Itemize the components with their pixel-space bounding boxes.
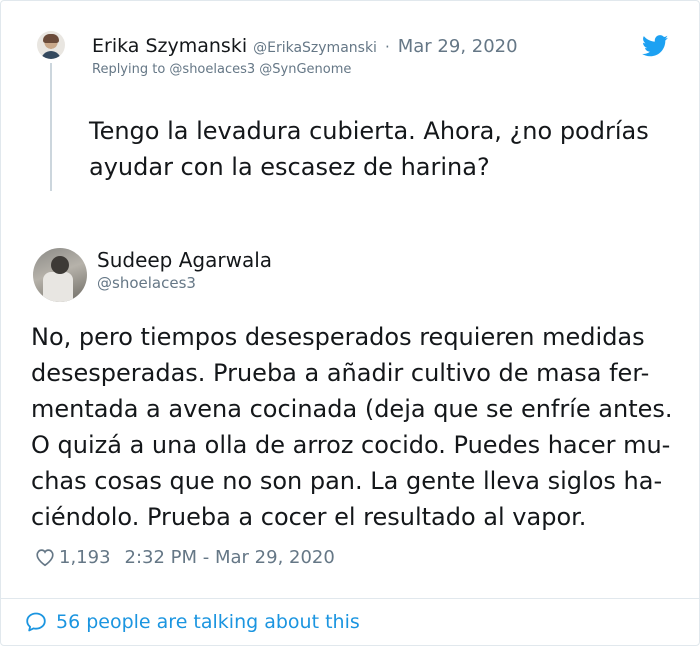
- thread-line: [50, 63, 52, 191]
- parent-author-name[interactable]: Erika Szymanski: [92, 35, 247, 57]
- header-separator: ·: [384, 38, 390, 56]
- conversation-link-text[interactable]: 56 people are talking about this: [56, 611, 360, 633]
- main-tweet-text-line: ciéndolo. Prueba a cocer el resultado al…: [31, 503, 587, 531]
- main-tweet-text-line: O quizá a una olla de arroz cocido. Pued…: [31, 431, 671, 459]
- parent-author-avatar[interactable]: [37, 31, 65, 59]
- parent-author-handle[interactable]: @ErikaSzymanski: [253, 40, 377, 56]
- main-tweet-text-line: mentada a avena cocinada (deja que se en…: [31, 395, 673, 423]
- tweet-meta-row: 1,193 2:32 PM - Mar 29, 2020: [34, 546, 335, 568]
- tweet-timestamp[interactable]: 2:32 PM - Mar 29, 2020: [125, 547, 335, 568]
- parent-tweet-date[interactable]: Mar 29, 2020: [398, 36, 518, 57]
- replying-to-line: Replying to @shoelaces3 @SynGenome: [92, 62, 352, 77]
- main-author-name[interactable]: Sudeep Agarwala: [97, 248, 272, 272]
- heart-icon[interactable]: [34, 546, 56, 568]
- parent-tweet-text: Tengo la levadura cubierta. Ahora, ¿no p…: [89, 117, 649, 181]
- main-author-handle[interactable]: @shoelaces3: [97, 274, 196, 292]
- like-count[interactable]: 1,193: [59, 547, 111, 568]
- conversation-link[interactable]: 56 people are talking about this: [24, 610, 360, 634]
- main-tweet-text-line: No, pero tiempos desesperados requieren …: [31, 323, 645, 351]
- main-author-avatar[interactable]: [33, 248, 87, 302]
- main-tweet-text-line: chas cosas que no son pan. La gente llev…: [31, 467, 663, 495]
- twitter-bird-icon[interactable]: [642, 35, 668, 57]
- main-tweet-text: No, pero tiempos desesperados requieren …: [31, 319, 681, 535]
- embedded-tweet-card: Erika Szymanski @ErikaSzymanski · Mar 29…: [0, 0, 700, 646]
- speech-bubble-icon: [26, 612, 46, 632]
- main-tweet-text-line: desesperadas. Prueba a añadir cultivo de…: [31, 359, 650, 387]
- footer-divider: [1, 598, 700, 599]
- parent-tweet-header: Erika Szymanski @ErikaSzymanski · Mar 29…: [92, 35, 518, 57]
